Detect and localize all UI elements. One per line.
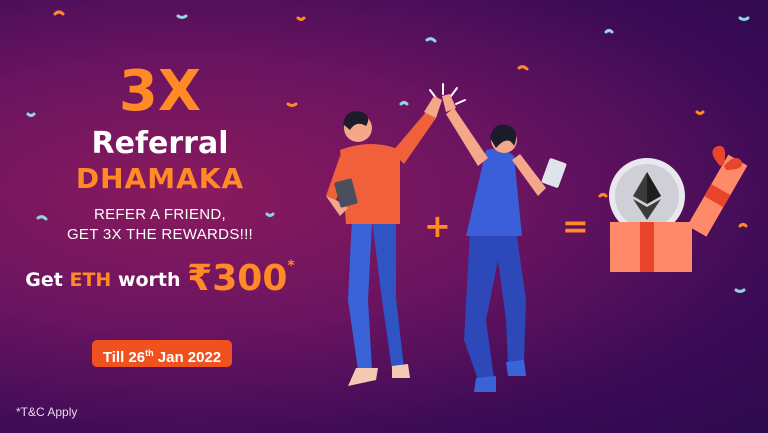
equals-sign: = [562,207,589,245]
offer-asterisk: * [287,258,295,274]
subline-refer: REFER A FRIEND, [93,206,227,223]
deadline-prefix: Till 26 [102,349,146,366]
offer-prefix: Get [25,269,63,291]
offer-middle: worth [117,269,181,291]
gift-box-icon [609,145,748,272]
headline-dhamaka: DHAMAKA [75,162,245,195]
subline-rewards: GET 3X THE REWARDS!!! [66,226,254,243]
referral-banner: + = 3X Referral DHAMAKA REFER A FRIEND, … [0,0,768,433]
plus-sign: + [424,207,451,245]
terms-note: *T&C Apply [16,405,78,419]
deadline-suffix: Jan 2022 [153,349,222,366]
deadline-ordinal: th [145,348,154,358]
offer-coin: ETH [69,269,112,291]
offer-amount: ₹300 [187,258,288,299]
deadline-badge: Till 26th Jan 2022 [92,340,232,367]
headline-multiplier: 3X [118,59,202,124]
headline-referral: Referral [91,126,229,161]
offer-line: Get ETH worth ₹300* [0,258,320,299]
